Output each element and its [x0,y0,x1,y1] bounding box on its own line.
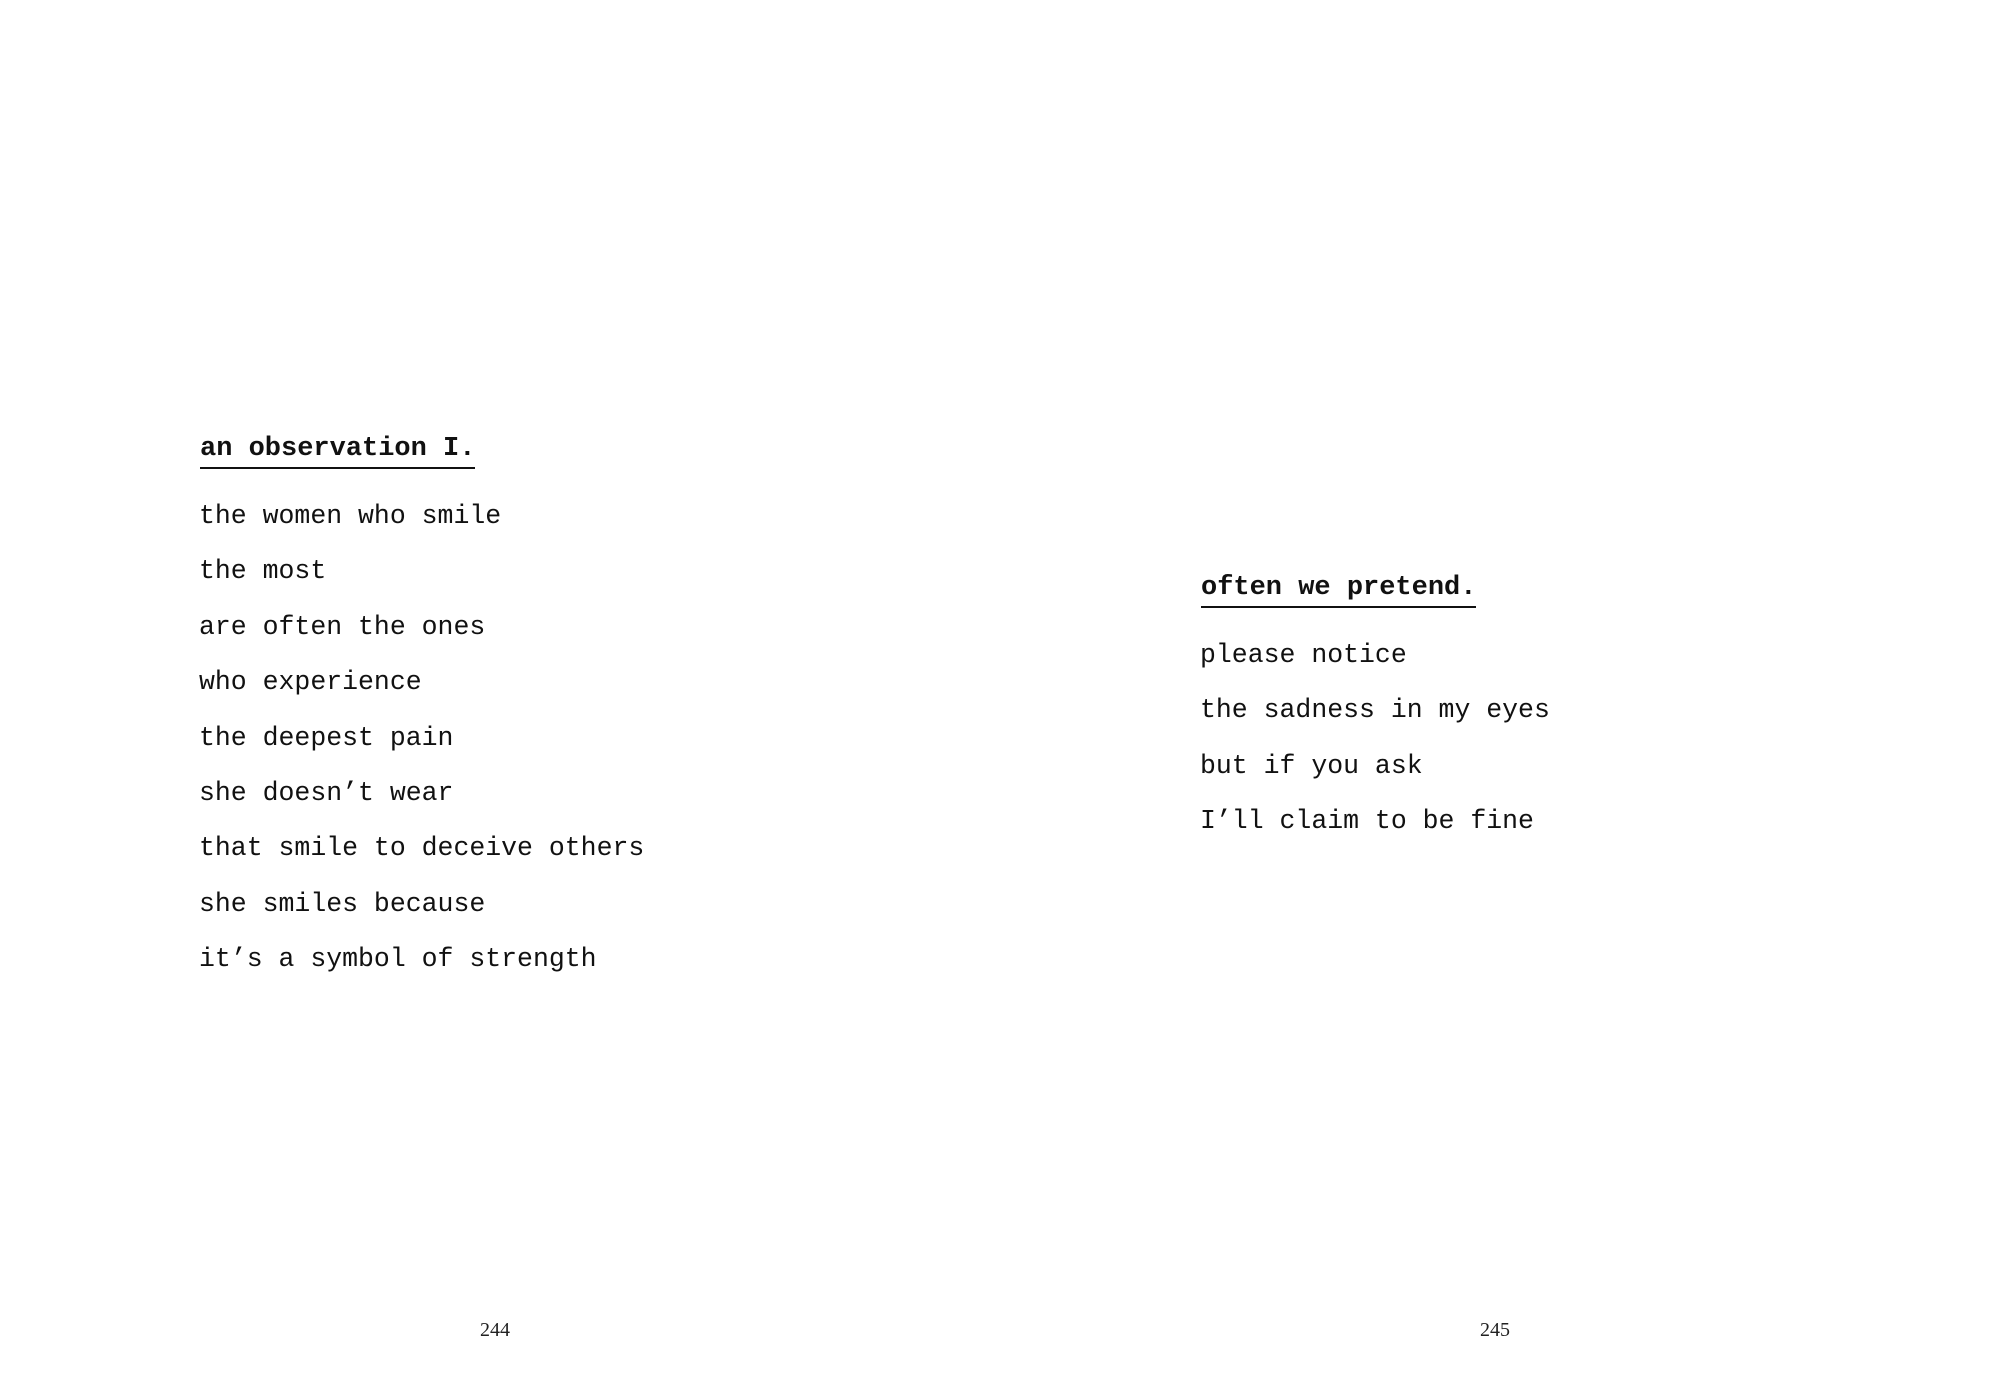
poem-line: are often the ones [199,611,486,642]
poem-an-observation: an observation I. the women who smile th… [199,435,644,988]
poem-line: the most [199,556,327,587]
poem-line: but if you ask [1200,750,1423,781]
poem-line: who experience [199,667,422,698]
poem-line: the women who smile [199,501,502,531]
poem-line: the deepest pain [199,722,454,753]
page-number: 244 [480,1319,510,1341]
poem-line: she smiles because [199,888,486,919]
poem-line: please notice [1200,640,1407,670]
poem-often-we-pretend: often we pretend. please notice the sadn… [1200,574,1550,850]
right-page: often we pretend. please notice the sadn… [1000,0,2000,1400]
poem-line: that smile to deceive others [199,833,645,864]
poem-line: it’s a symbol of strength [199,944,597,975]
poem-lines: the women who smile the most are often t… [199,489,644,988]
left-page: an observation I. the women who smile th… [0,0,1000,1400]
poem-line: I’ll claim to be fine [1200,806,1534,837]
poem-line: the sadness in my eyes [1200,695,1550,726]
poem-line: she doesn’t wear [199,777,454,808]
poem-lines: please notice the sadness in my eyes but… [1200,628,1550,850]
poem-title: an observation I. [200,435,476,469]
page-number: 245 [1480,1319,1510,1341]
poem-title: often we pretend. [1201,574,1477,608]
